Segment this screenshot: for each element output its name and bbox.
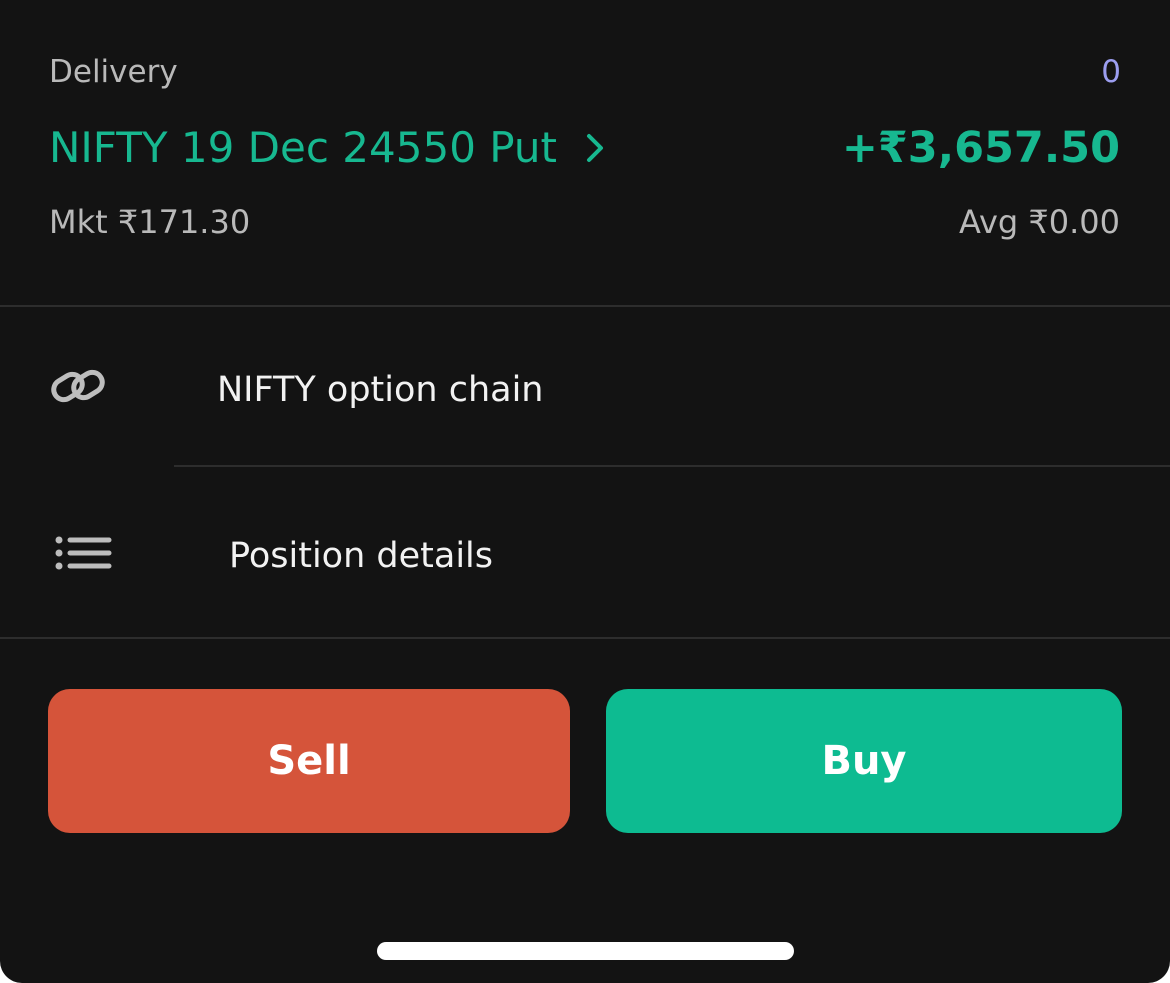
pnl-value: +₹3,657.50 <box>841 123 1120 173</box>
average-price: Avg ₹0.00 <box>958 203 1120 241</box>
menu-item-option-chain[interactable]: NIFTY option chain <box>0 307 1170 466</box>
menu-item-label: Position details <box>229 536 494 576</box>
instrument-name: NIFTY 19 Dec 24550 Put <box>49 123 557 172</box>
order-type-label: Delivery <box>49 54 178 90</box>
menu-item-label: NIFTY option chain <box>217 370 544 410</box>
buy-button[interactable]: Buy <box>606 689 1122 833</box>
market-price: Mkt ₹171.30 <box>49 203 251 241</box>
position-sheet: Delivery 0 NIFTY 19 Dec 24550 Put +₹3,65… <box>0 0 1170 983</box>
list-icon <box>55 536 113 574</box>
chevron-right-icon <box>585 118 609 178</box>
home-indicator <box>377 942 794 960</box>
quantity-value: 0 <box>1101 54 1121 90</box>
sell-button[interactable]: Sell <box>48 689 570 833</box>
divider <box>0 637 1170 639</box>
sell-button-label: Sell <box>267 738 351 784</box>
buy-button-label: Buy <box>821 738 907 784</box>
menu-item-position-details[interactable]: Position details <box>0 467 1170 637</box>
link-icon <box>48 364 108 412</box>
instrument-link[interactable]: NIFTY 19 Dec 24550 Put <box>49 118 609 178</box>
